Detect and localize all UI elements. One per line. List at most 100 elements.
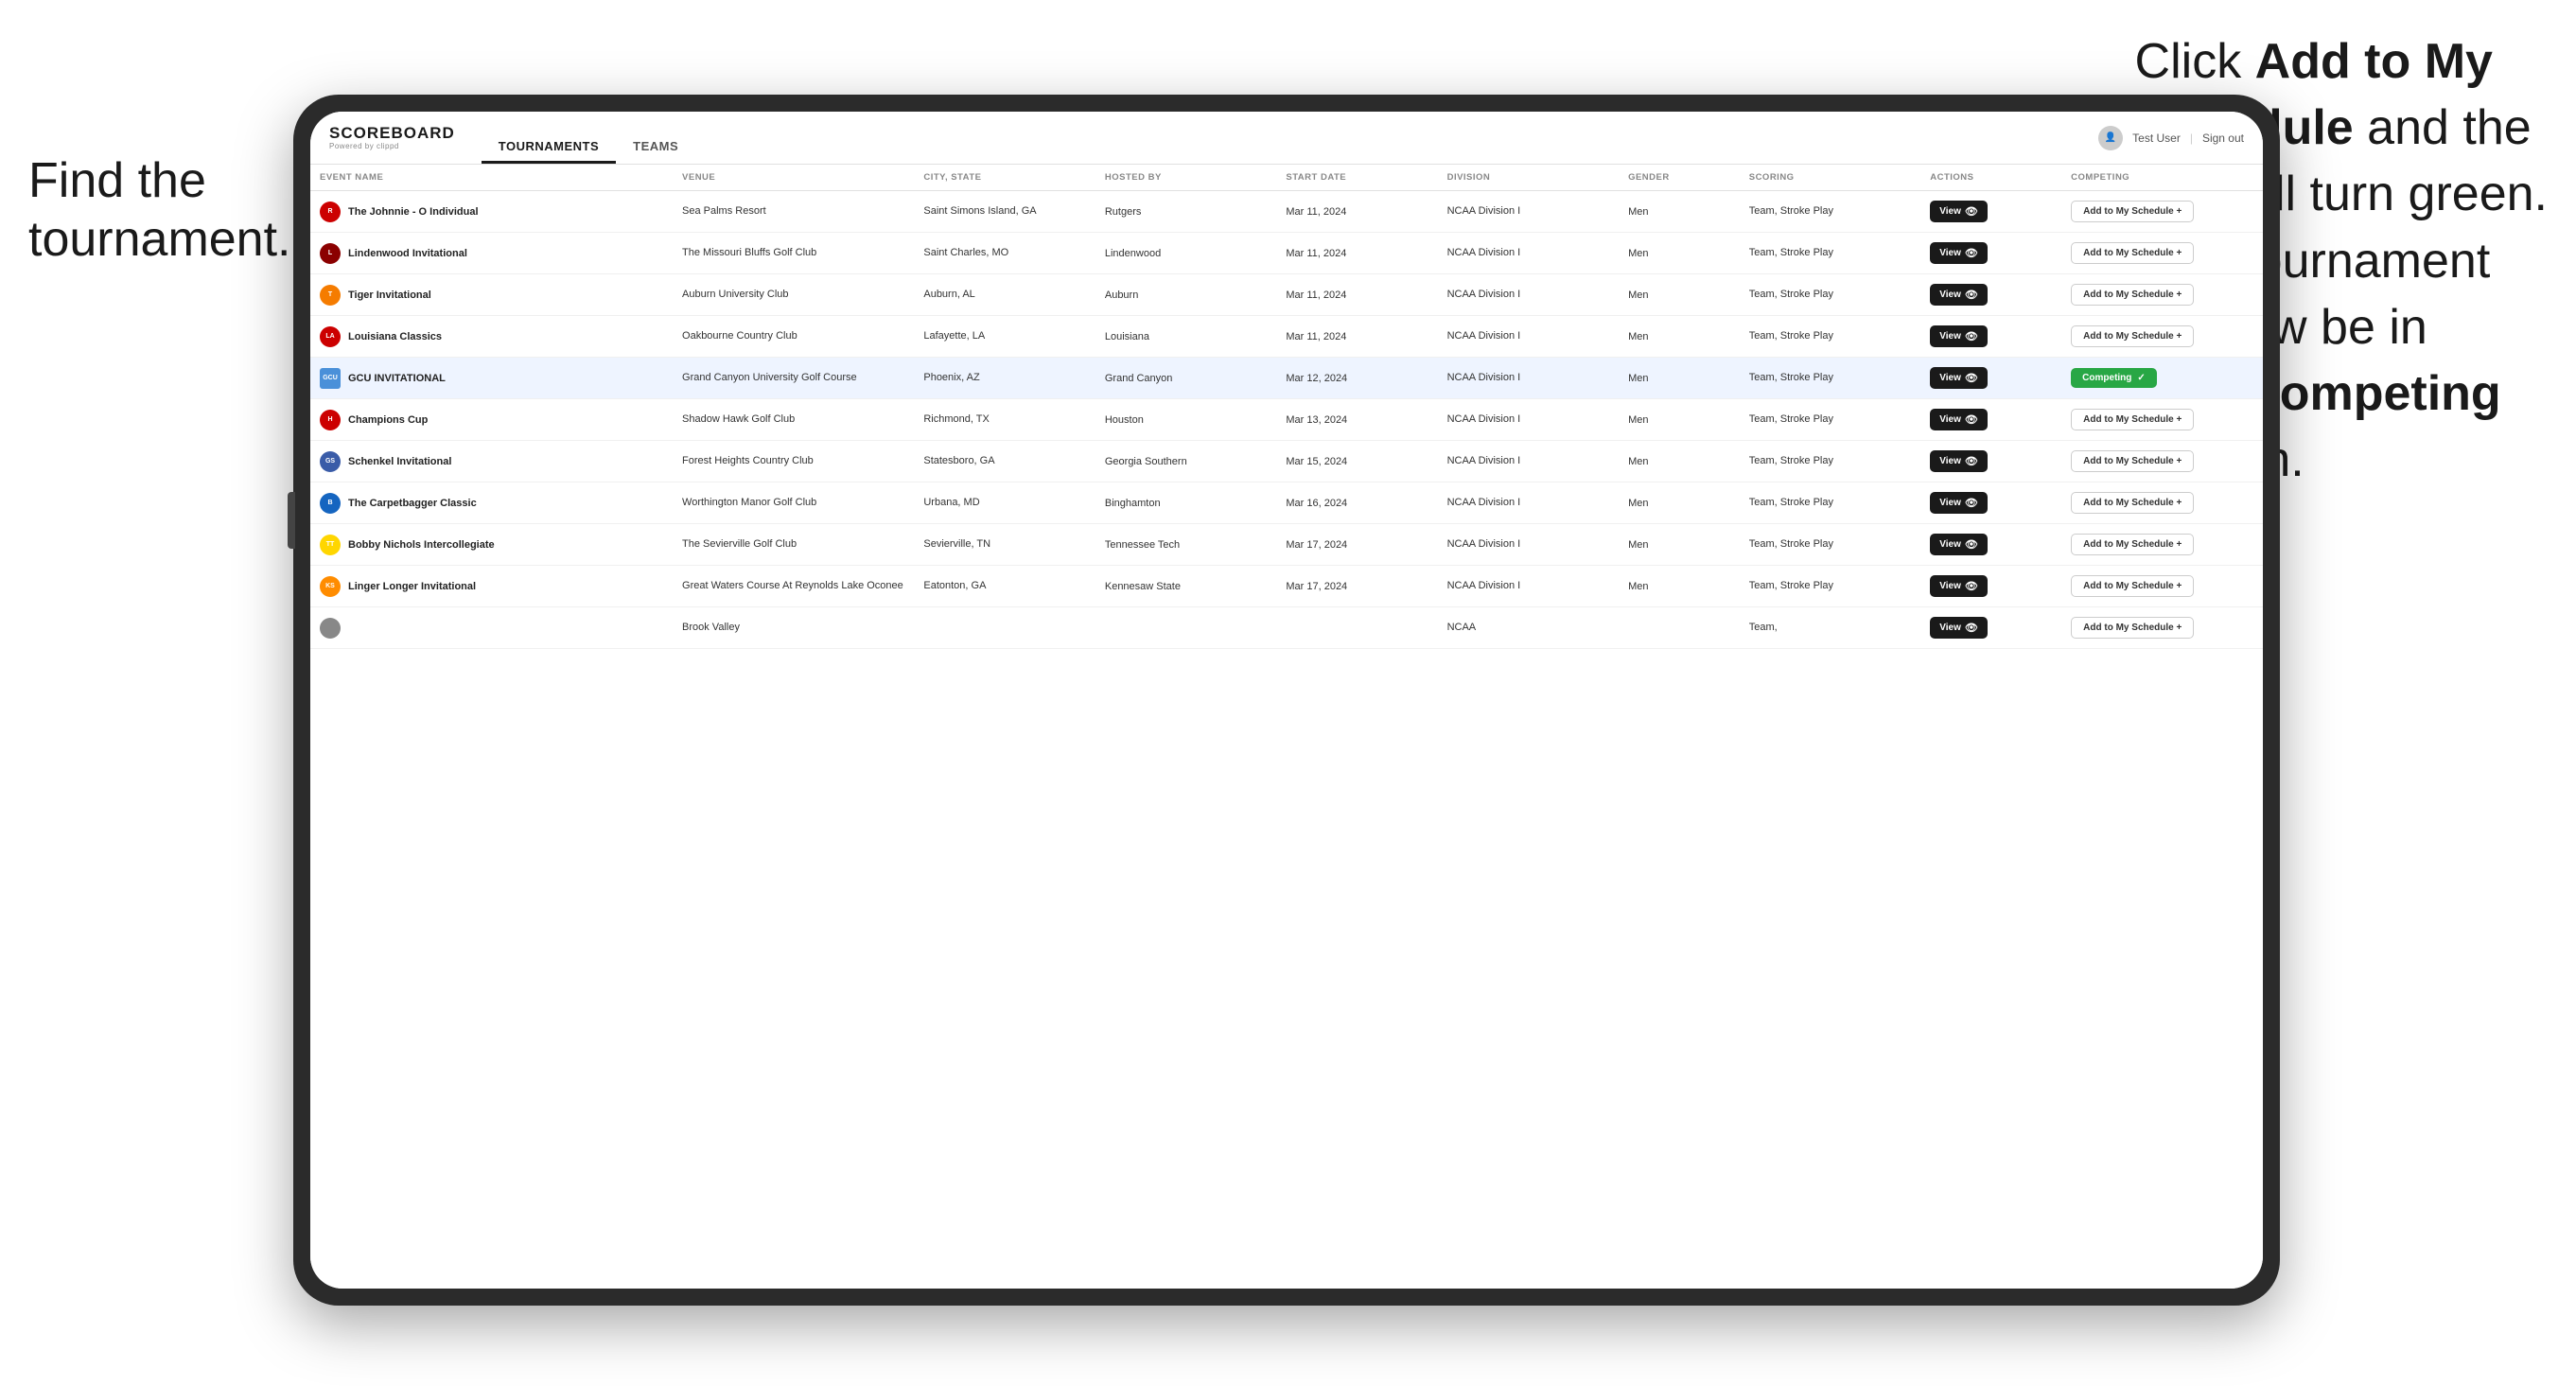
col-header-competing: COMPETING — [2061, 165, 2263, 191]
view-button[interactable]: View 👁 — [1930, 325, 1988, 347]
date-cell: Mar 11, 2024 — [1276, 233, 1437, 274]
view-button[interactable]: View 👁 — [1930, 575, 1988, 597]
add-to-schedule-button[interactable]: Add to My Schedule + — [2071, 534, 2194, 555]
tab-teams[interactable]: TEAMS — [616, 133, 695, 164]
event-name-cell: B The Carpetbagger Classic — [310, 482, 673, 524]
event-name: The Carpetbagger Classic — [348, 498, 477, 509]
app-header: SCOREBOARD Powered by clippd TOURNAMENTS… — [310, 112, 2263, 165]
scoring-cell: Team, Stroke Play — [1740, 191, 1921, 233]
actions-cell: View 👁 — [1920, 358, 2061, 399]
eye-icon: 👁 — [1965, 455, 1978, 467]
actions-cell: View 👁 — [1920, 399, 2061, 441]
venue-cell: The Sevierville Golf Club — [673, 524, 914, 566]
scoring-cell: Team, Stroke Play — [1740, 316, 1921, 358]
city-cell: Statesboro, GA — [914, 441, 1095, 482]
view-button[interactable]: View 👁 — [1930, 284, 1988, 306]
event-name: GCU INVITATIONAL — [348, 373, 446, 384]
hosted-cell — [1095, 607, 1277, 649]
view-button[interactable]: View 👁 — [1930, 201, 1988, 222]
sign-out-link[interactable]: Sign out — [2202, 132, 2244, 145]
col-header-hosted: HOSTED BY — [1095, 165, 1277, 191]
col-header-gender: GENDER — [1619, 165, 1740, 191]
add-to-schedule-button[interactable]: Add to My Schedule + — [2071, 450, 2194, 472]
hosted-cell: Louisiana — [1095, 316, 1277, 358]
competing-cell: Add to My Schedule + — [2061, 399, 2263, 441]
table-body: R The Johnnie - O Individual Sea Palms R… — [310, 191, 2263, 649]
venue-cell: Worthington Manor Golf Club — [673, 482, 914, 524]
competing-cell: Add to My Schedule + — [2061, 482, 2263, 524]
competing-cell: Add to My Schedule + — [2061, 441, 2263, 482]
hosted-cell: Houston — [1095, 399, 1277, 441]
hosted-cell: Rutgers — [1095, 191, 1277, 233]
add-to-schedule-button[interactable]: Add to My Schedule + — [2071, 409, 2194, 430]
division-cell: NCAA Division I — [1438, 274, 1620, 316]
table-row: KS Linger Longer Invitational Great Wate… — [310, 566, 2263, 607]
add-to-schedule-button[interactable]: Add to My Schedule + — [2071, 201, 2194, 222]
col-header-scoring: SCORING — [1740, 165, 1921, 191]
city-cell: Urbana, MD — [914, 482, 1095, 524]
scoring-cell: Team, Stroke Play — [1740, 524, 1921, 566]
view-button[interactable]: View 👁 — [1930, 409, 1988, 430]
event-name-cell: KS Linger Longer Invitational — [310, 566, 673, 607]
division-cell: NCAA Division I — [1438, 233, 1620, 274]
division-cell: NCAA Division I — [1438, 358, 1620, 399]
view-button[interactable]: View 👁 — [1930, 450, 1988, 472]
gender-cell: Men — [1619, 191, 1740, 233]
scoring-cell: Team, Stroke Play — [1740, 274, 1921, 316]
city-cell: Richmond, TX — [914, 399, 1095, 441]
date-cell: Mar 16, 2024 — [1276, 482, 1437, 524]
venue-cell: Brook Valley — [673, 607, 914, 649]
event-name-cell: H Champions Cup — [310, 399, 673, 441]
table-row: Brook Valley NCAA Team, View 👁 Add to My… — [310, 607, 2263, 649]
add-to-schedule-button[interactable]: Add to My Schedule + — [2071, 284, 2194, 306]
event-name: Lindenwood Invitational — [348, 248, 467, 259]
division-cell: NCAA Division I — [1438, 316, 1620, 358]
view-button[interactable]: View 👁 — [1930, 242, 1988, 264]
event-name-cell: TT Bobby Nichols Intercollegiate — [310, 524, 673, 566]
venue-cell: Forest Heights Country Club — [673, 441, 914, 482]
scoring-cell: Team, Stroke Play — [1740, 399, 1921, 441]
eye-icon: 👁 — [1965, 289, 1978, 301]
gender-cell: Men — [1619, 566, 1740, 607]
view-button[interactable]: View 👁 — [1930, 617, 1988, 639]
competing-cell: Add to My Schedule + — [2061, 316, 2263, 358]
eye-icon: 👁 — [1965, 622, 1978, 634]
city-cell: Saint Simons Island, GA — [914, 191, 1095, 233]
competing-cell: Add to My Schedule + — [2061, 607, 2263, 649]
date-cell: Mar 17, 2024 — [1276, 566, 1437, 607]
view-button[interactable]: View 👁 — [1930, 367, 1988, 389]
nav-tabs: TOURNAMENTS TEAMS — [482, 112, 695, 164]
venue-cell: Great Waters Course At Reynolds Lake Oco… — [673, 566, 914, 607]
event-name: Bobby Nichols Intercollegiate — [348, 539, 495, 551]
scoreboard-logo: SCOREBOARD Powered by clippd — [329, 125, 455, 150]
venue-cell: Oakbourne Country Club — [673, 316, 914, 358]
scoring-cell: Team, Stroke Play — [1740, 233, 1921, 274]
add-to-schedule-button[interactable]: Add to My Schedule + — [2071, 242, 2194, 264]
venue-cell: Shadow Hawk Golf Club — [673, 399, 914, 441]
competing-button[interactable]: Competing ✓ — [2071, 368, 2157, 388]
date-cell: Mar 13, 2024 — [1276, 399, 1437, 441]
tab-tournaments[interactable]: TOURNAMENTS — [482, 133, 616, 164]
add-to-schedule-button[interactable]: Add to My Schedule + — [2071, 492, 2194, 514]
add-to-schedule-button[interactable]: Add to My Schedule + — [2071, 325, 2194, 347]
add-to-schedule-button[interactable]: Add to My Schedule + — [2071, 617, 2194, 639]
table-row: L Lindenwood Invitational The Missouri B… — [310, 233, 2263, 274]
col-header-city: CITY, STATE — [914, 165, 1095, 191]
competing-cell: Add to My Schedule + — [2061, 524, 2263, 566]
view-button[interactable]: View 👁 — [1930, 534, 1988, 555]
view-button[interactable]: View 👁 — [1930, 492, 1988, 514]
hosted-cell: Binghamton — [1095, 482, 1277, 524]
header-right: 👤 Test User | Sign out — [2098, 126, 2244, 150]
division-cell: NCAA Division I — [1438, 191, 1620, 233]
col-header-venue: VENUE — [673, 165, 914, 191]
tournaments-table: EVENT NAME VENUE CITY, STATE HOSTED BY S… — [310, 165, 2263, 649]
actions-cell: View 👁 — [1920, 316, 2061, 358]
competing-cell: Competing ✓ — [2061, 358, 2263, 399]
hosted-cell: Tennessee Tech — [1095, 524, 1277, 566]
gender-cell: Men — [1619, 358, 1740, 399]
event-name: Linger Longer Invitational — [348, 581, 476, 592]
add-to-schedule-button[interactable]: Add to My Schedule + — [2071, 575, 2194, 597]
checkmark-icon: ✓ — [2137, 373, 2145, 383]
scoring-cell: Team, Stroke Play — [1740, 566, 1921, 607]
city-cell: Phoenix, AZ — [914, 358, 1095, 399]
